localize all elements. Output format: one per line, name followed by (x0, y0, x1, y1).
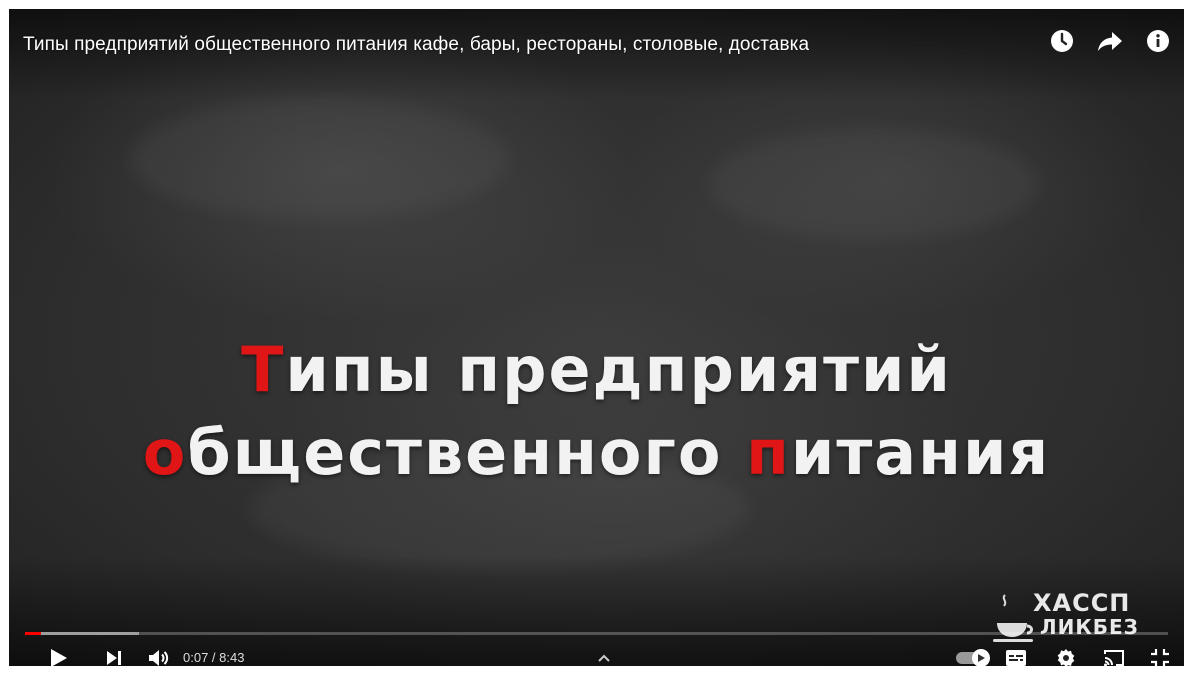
progress-bar[interactable] (25, 632, 1168, 635)
share-icon[interactable] (1096, 27, 1124, 55)
slide-text: ипы предприятий (285, 333, 952, 406)
slide-heading-line-1: Типы предприятий (9, 333, 1184, 406)
cast-icon (1104, 650, 1124, 666)
slide-text: итания (790, 416, 1051, 489)
expand-button[interactable] (594, 645, 614, 666)
subtitles-icon (1006, 650, 1026, 666)
current-time: 0:07 (183, 650, 209, 665)
volume-button[interactable] (145, 645, 173, 666)
video-title[interactable]: Типы предприятий общественного питания к… (23, 34, 809, 56)
slide-accent-letter: п (746, 416, 791, 489)
time-display: 0:07 / 8:43 (183, 650, 244, 665)
time-separator: / (208, 650, 220, 665)
autoplay-play-icon (978, 654, 985, 662)
volume-icon (149, 650, 169, 666)
watermark-line-1: ХАССП (1033, 589, 1131, 617)
cast-button[interactable] (1101, 645, 1127, 666)
slide-text: бщественного (187, 416, 747, 489)
progress-played (25, 632, 41, 635)
slide-accent-letter: Т (241, 333, 286, 406)
exit-fullscreen-button[interactable] (1147, 645, 1173, 666)
exit-fullscreen-icon (1151, 649, 1169, 666)
settings-button[interactable] (1053, 645, 1079, 666)
autoplay-knob (972, 649, 990, 666)
next-button[interactable] (101, 645, 127, 666)
slide-heading-line-2: общественного питания (9, 416, 1184, 489)
info-icon[interactable] (1144, 27, 1172, 55)
settings-icon (1057, 649, 1075, 666)
channel-watermark[interactable]: ХАССП ЛИКБЕЗ (993, 589, 1163, 649)
play-button[interactable] (45, 645, 73, 666)
chevron-up-icon (598, 654, 610, 662)
play-icon (51, 649, 67, 666)
progress-buffered (25, 632, 140, 635)
control-bar: 0:07 / 8:43 (9, 645, 1184, 666)
subtitles-button[interactable] (1003, 645, 1029, 666)
top-actions (1048, 27, 1172, 55)
watch-later-icon[interactable] (1048, 27, 1076, 55)
autoplay-track (956, 649, 990, 666)
watermark-line-2: ЛИКБЕЗ (1040, 615, 1139, 639)
duration: 8:43 (219, 650, 245, 665)
chalk-smudge (129, 99, 509, 219)
next-icon (107, 651, 121, 665)
chalk-smudge (709, 129, 1039, 239)
autoplay-toggle[interactable] (953, 645, 990, 666)
video-player[interactable]: Типы предприятий общественного питания к… (9, 9, 1184, 666)
slide-accent-letter: о (142, 416, 188, 489)
